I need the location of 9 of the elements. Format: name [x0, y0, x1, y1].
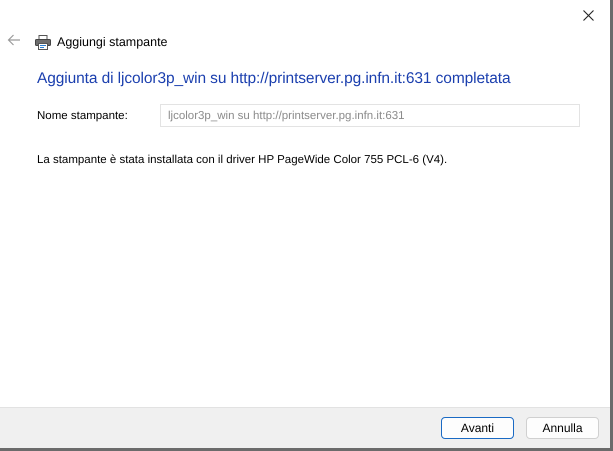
window-title: Aggiungi stampante — [57, 35, 168, 49]
driver-message: La stampante è stata installata con il driver HP PageWide Color 755 PCL-6 (V4). — [37, 154, 448, 166]
cancel-button[interactable]: Annulla — [526, 417, 599, 439]
completion-heading: Aggiunta di ljcolor3p_win su http://printserver.pg.infn.it:631 completata — [37, 70, 512, 88]
printer-icon — [35, 34, 51, 50]
back-arrow-icon — [7, 34, 21, 46]
next-button[interactable]: Avanti — [441, 417, 514, 439]
close-icon — [582, 10, 594, 20]
printer-name-label: Nome stampante: — [37, 110, 129, 122]
